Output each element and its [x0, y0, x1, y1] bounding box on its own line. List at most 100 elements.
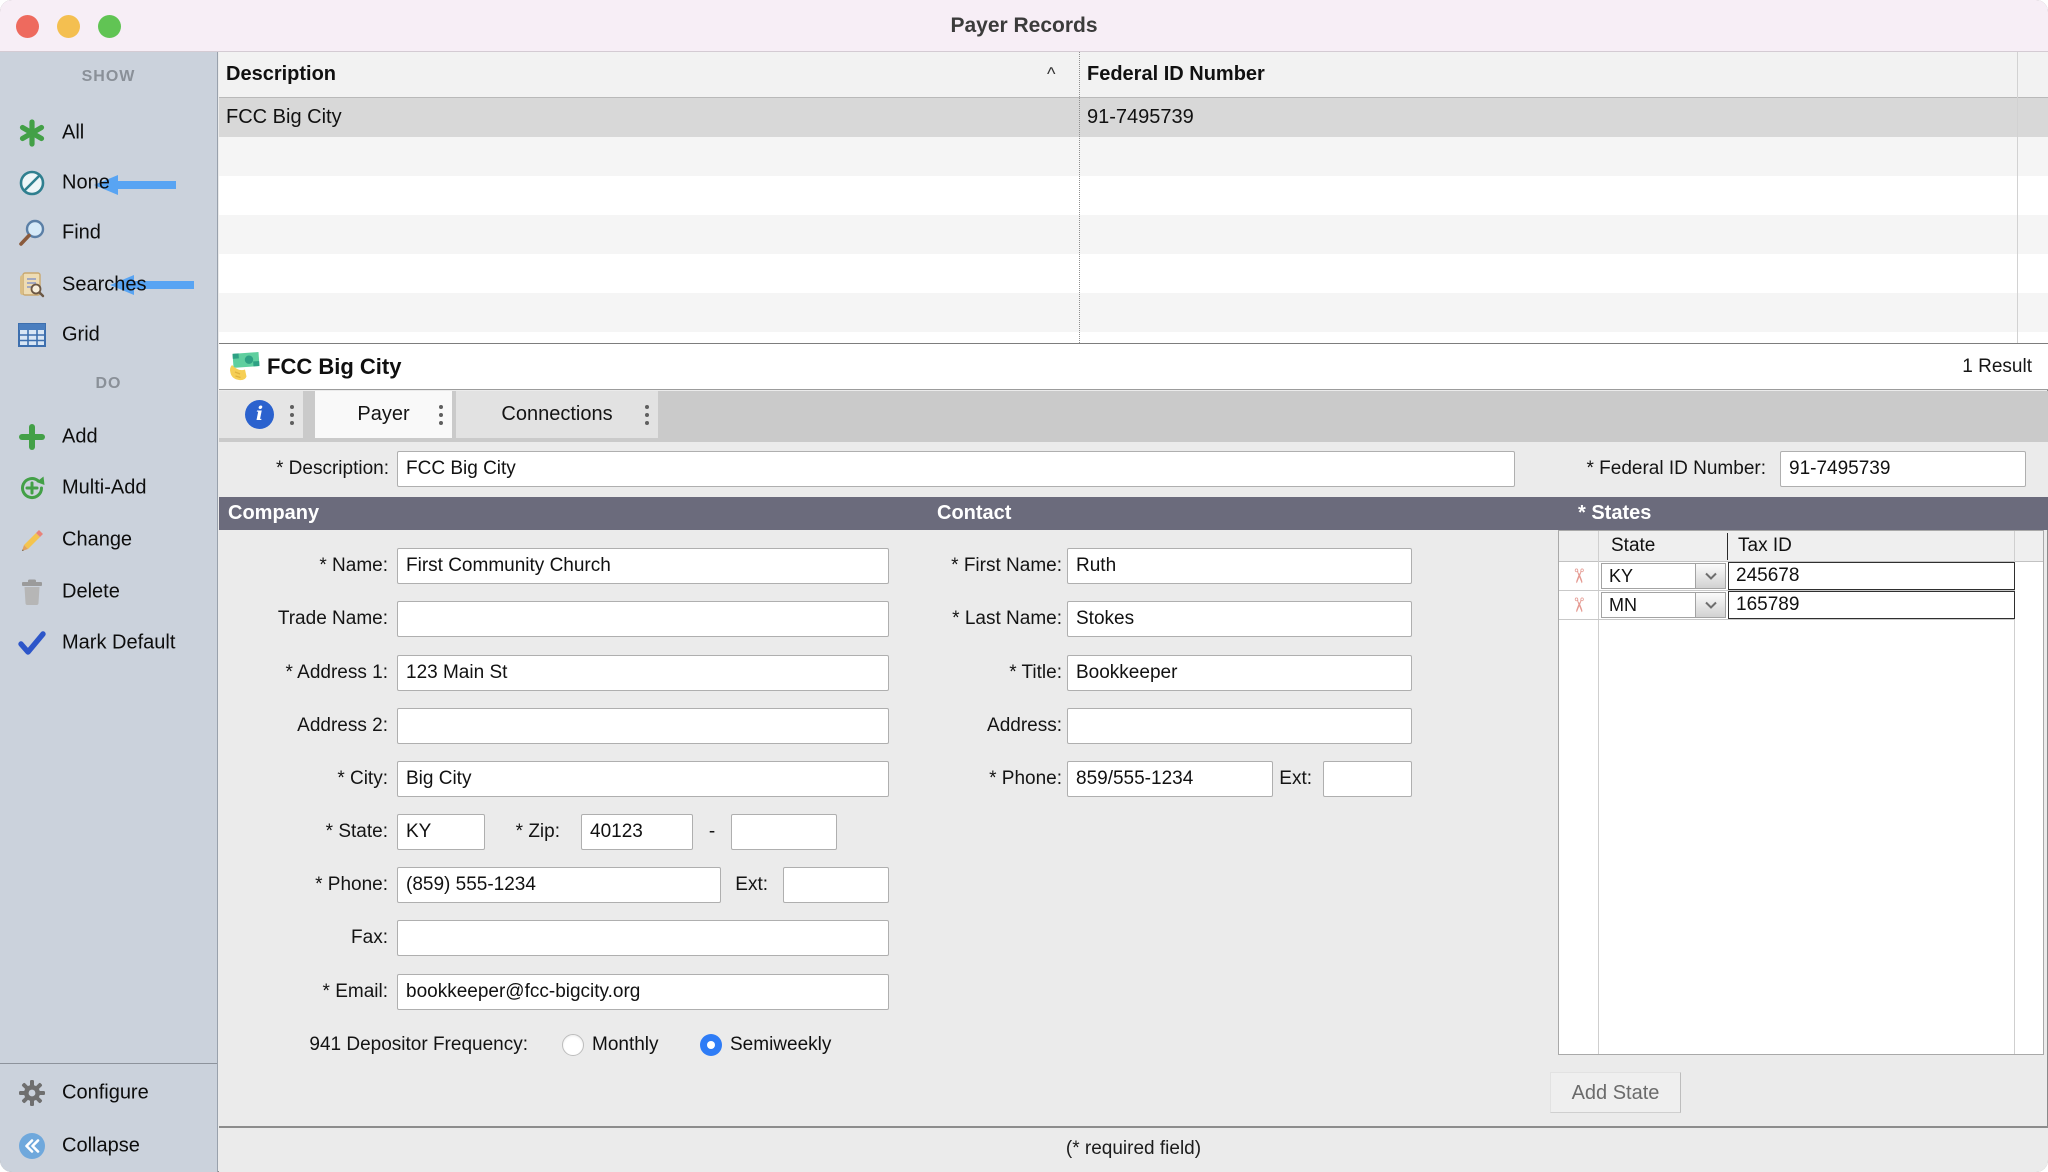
sidebar-item-collapse[interactable]: Collapse	[0, 1126, 217, 1166]
multi-add-icon	[15, 471, 49, 505]
state-row: ✂ KY	[1559, 562, 2015, 591]
sidebar-item-label: Mark Default	[62, 632, 175, 655]
tax-id-input[interactable]	[1728, 562, 2015, 590]
company-phone-input[interactable]	[397, 867, 721, 903]
tab-label: Connections	[456, 391, 658, 438]
sidebar-item-label: Find	[62, 222, 101, 245]
results-table-header: Description ^ Federal ID Number	[219, 52, 2048, 98]
email-input[interactable]	[397, 974, 889, 1010]
state-select[interactable]: MN	[1601, 592, 1726, 618]
contact-phone-input[interactable]	[1067, 761, 1273, 797]
zip-separator: -	[700, 814, 724, 850]
info-icon[interactable]: i	[245, 400, 274, 429]
tab-label: Payer	[315, 391, 452, 438]
scrollbar-gutter[interactable]	[2017, 52, 2018, 343]
description-input[interactable]	[397, 451, 1515, 487]
company-phone-label: * Phone:	[230, 867, 388, 903]
chevron-down-icon	[1695, 564, 1725, 588]
sidebar-item-multi-add[interactable]: Multi-Add	[0, 468, 217, 508]
remove-state-icon[interactable]: ✂	[1566, 563, 1590, 589]
sidebar-item-find[interactable]: Find	[0, 213, 217, 253]
company-ext-label: Ext:	[700, 867, 768, 903]
searches-icon	[15, 268, 49, 302]
status-bar: (* required field)	[219, 1126, 2048, 1172]
trade-name-input[interactable]	[397, 601, 889, 637]
address1-input[interactable]	[397, 655, 889, 691]
section-header-bar: Company Contact * States	[219, 497, 2048, 530]
radio-monthly[interactable]	[562, 1034, 584, 1056]
sidebar-item-label: Configure	[62, 1082, 149, 1105]
city-input[interactable]	[397, 761, 889, 797]
money-in-hand-icon	[228, 351, 262, 383]
sidebar-item-all[interactable]: All	[0, 113, 217, 153]
state-label: * State:	[230, 814, 388, 850]
sidebar-item-label: Multi-Add	[62, 477, 146, 500]
first-name-input[interactable]	[1067, 548, 1412, 584]
column-header-federal-id[interactable]: Federal ID Number	[1087, 52, 1265, 97]
state-select-value: MN	[1602, 593, 1695, 617]
last-name-label: * Last Name:	[920, 601, 1062, 637]
sort-ascending-icon[interactable]: ^	[1047, 52, 1055, 97]
plus-icon	[15, 420, 49, 454]
sidebar-item-grid[interactable]: Grid	[0, 315, 217, 355]
radio-semiweekly-label: Semiweekly	[730, 1027, 831, 1063]
last-name-input[interactable]	[1067, 601, 1412, 637]
description-label: * Description:	[230, 451, 389, 487]
record-title: FCC Big City	[267, 344, 401, 389]
sidebar-item-label: Grid	[62, 324, 100, 347]
sidebar-item-searches[interactable]: Searches	[0, 265, 217, 305]
sidebar-item-configure[interactable]: Configure	[0, 1073, 217, 1113]
column-header-description[interactable]: Description	[226, 52, 336, 97]
column-divider[interactable]	[1079, 52, 1080, 343]
title-input[interactable]	[1067, 655, 1412, 691]
address1-label: * Address 1:	[230, 655, 388, 691]
state-select[interactable]: KY	[1601, 563, 1726, 589]
sidebar: SHOW All None Find Searches	[0, 52, 218, 1172]
trade-name-label: Trade Name:	[230, 601, 388, 637]
company-name-label: * Name:	[230, 548, 388, 584]
pencil-icon	[15, 523, 49, 557]
sidebar-item-change[interactable]: Change	[0, 520, 217, 560]
contact-address-input[interactable]	[1067, 708, 1412, 744]
sidebar-item-none[interactable]: None	[0, 163, 217, 203]
sidebar-item-delete[interactable]: Delete	[0, 572, 217, 612]
title-bar: Payer Records	[0, 0, 2048, 52]
federal-id-input[interactable]	[1780, 451, 2026, 487]
check-icon	[15, 626, 49, 660]
trash-icon	[15, 575, 49, 609]
tab-bar: i Payer Connections	[219, 391, 2048, 442]
title-label: * Title:	[920, 655, 1062, 691]
grid-icon	[15, 318, 49, 352]
contact-phone-label: * Phone:	[920, 761, 1062, 797]
contact-ext-input[interactable]	[1323, 761, 1412, 797]
tax-id-input[interactable]	[1728, 591, 2015, 619]
add-state-button[interactable]: Add State	[1550, 1072, 1681, 1113]
record-header: FCC Big City 1 Result	[219, 344, 2048, 390]
payer-records-window: Payer Records SHOW All None Find	[0, 0, 2048, 1172]
federal-id-label: * Federal ID Number:	[1540, 451, 1766, 487]
results-table: Description ^ Federal ID Number FCC Big …	[219, 52, 2048, 344]
sidebar-item-mark-default[interactable]: Mark Default	[0, 623, 217, 663]
table-empty-rows	[219, 137, 2048, 343]
address2-label: Address 2:	[230, 708, 388, 744]
company-name-input[interactable]	[397, 548, 889, 584]
address2-input[interactable]	[397, 708, 889, 744]
company-ext-input[interactable]	[783, 867, 889, 903]
sidebar-item-add[interactable]: Add	[0, 417, 217, 457]
description-row: * Description: * Federal ID Number:	[219, 442, 2048, 497]
radio-semiweekly[interactable]	[700, 1034, 722, 1056]
sidebar-divider	[0, 1063, 217, 1064]
remove-state-icon[interactable]: ✂	[1566, 592, 1590, 618]
drag-handle-icon	[645, 405, 649, 425]
sidebar-item-label: All	[62, 122, 84, 145]
record-info-segment: i	[219, 391, 303, 438]
zip-plus4-input[interactable]	[731, 814, 837, 850]
table-row-selected[interactable]: FCC Big City 91-7495739	[219, 98, 2048, 137]
drag-handle-icon	[439, 405, 443, 425]
zip-input[interactable]	[581, 814, 693, 850]
collapse-icon	[15, 1129, 49, 1163]
fax-label: Fax:	[230, 920, 388, 956]
tab-payer[interactable]: Payer	[315, 391, 452, 438]
tab-connections[interactable]: Connections	[456, 391, 658, 438]
fax-input[interactable]	[397, 920, 889, 956]
